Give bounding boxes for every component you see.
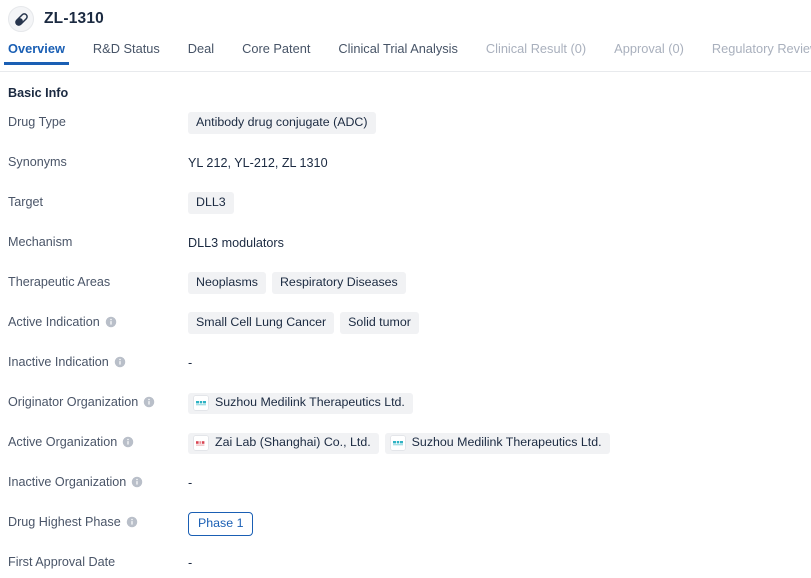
table-row: Therapeutic Areas Neoplasms Respiratory …	[8, 272, 811, 312]
row-label-text: Inactive Indication	[8, 355, 109, 369]
table-row: Inactive Indication -	[8, 352, 811, 392]
row-label-text: Active Organization	[8, 435, 118, 449]
row-label-mechanism: Mechanism	[8, 232, 188, 249]
info-icon[interactable]	[131, 476, 143, 488]
tab-regulatory-review[interactable]: Regulatory Review (0)	[712, 38, 811, 65]
synonyms-text: YL 212, YL-212, ZL 1310	[188, 156, 328, 170]
row-label-drug-highest-phase: Drug Highest Phase	[8, 512, 188, 529]
row-value-therapeutic-areas: Neoplasms Respiratory Diseases	[188, 272, 811, 294]
zailab-logo-icon	[193, 434, 209, 451]
row-label-synonyms: Synonyms	[8, 152, 188, 169]
row-label-active-organization: Active Organization	[8, 432, 188, 449]
chip-therapeutic-area[interactable]: Respiratory Diseases	[271, 272, 406, 294]
row-value-inactive-organization: -	[188, 472, 811, 494]
tab-deal[interactable]: Deal	[188, 38, 214, 65]
chip-drug-type[interactable]: Antibody drug conjugate (ADC)	[188, 112, 376, 134]
chip-active-indication[interactable]: Small Cell Lung Cancer	[188, 312, 335, 334]
chip-organization[interactable]: Suzhou Medilink Therapeutics Ltd.	[384, 432, 610, 454]
row-label-originator-organization: Originator Organization	[8, 392, 188, 409]
row-label-therapeutic-areas: Therapeutic Areas	[8, 272, 188, 289]
mechanism-text: DLL3 modulators	[188, 236, 284, 250]
table-row: Target DLL3	[8, 192, 811, 232]
table-row: Active Indication Small Cell Lung Cancer…	[8, 312, 811, 352]
table-row: Active Organization Zai Lab (Shanghai) C…	[8, 432, 811, 472]
row-label-target: Target	[8, 192, 188, 209]
organization-name: Suzhou Medilink Therapeutics Ltd.	[411, 435, 602, 449]
table-row: Mechanism DLL3 modulators	[8, 232, 811, 272]
row-label-text: Therapeutic Areas	[8, 275, 111, 289]
page-title: ZL-1310	[44, 10, 104, 27]
row-value-first-approval-date: -	[188, 552, 811, 574]
medilink-logo-icon	[389, 434, 406, 451]
row-value-drug-highest-phase: Phase 1	[188, 512, 811, 536]
row-label-first-approval-date: First Approval Date	[8, 552, 188, 569]
row-value-inactive-indication: -	[188, 352, 811, 374]
table-row: Drug Highest Phase Phase 1	[8, 512, 811, 552]
row-label-text: Active Indication	[8, 315, 100, 329]
chip-active-indication[interactable]: Solid tumor	[340, 312, 419, 334]
tab-clinical-trial-analysis[interactable]: Clinical Trial Analysis	[338, 38, 457, 65]
organization-name: Suzhou Medilink Therapeutics Ltd.	[215, 395, 405, 409]
overview-panel: Basic Info Drug Type Antibody drug conju…	[0, 72, 811, 578]
row-value-target: DLL3	[188, 192, 811, 214]
row-value-mechanism: DLL3 modulators	[188, 232, 811, 254]
row-value-active-indication: Small Cell Lung Cancer Solid tumor	[188, 312, 811, 334]
row-value-drug-type: Antibody drug conjugate (ADC)	[188, 112, 811, 134]
status-badge[interactable]: Phase 1	[188, 512, 254, 536]
organization-name: Zai Lab (Shanghai) Co., Ltd.	[215, 435, 371, 449]
row-value-originator-organization: Suzhou Medilink Therapeutics Ltd.	[188, 392, 811, 414]
row-label-text: First Approval Date	[8, 555, 116, 569]
info-icon[interactable]	[126, 516, 138, 528]
row-label-text: Drug Type	[8, 115, 66, 129]
pill-capsule-icon	[8, 6, 34, 32]
empty-value: -	[188, 356, 193, 370]
row-label-text: Drug Highest Phase	[8, 515, 121, 529]
empty-value: -	[188, 556, 193, 570]
row-label-inactive-organization: Inactive Organization	[8, 472, 188, 489]
row-label-drug-type: Drug Type	[8, 112, 188, 129]
row-label-text: Inactive Organization	[8, 475, 127, 489]
info-icon[interactable]	[143, 396, 155, 408]
row-label-active-indication: Active Indication	[8, 312, 188, 329]
medilink-logo-icon	[193, 394, 209, 411]
chip-organization[interactable]: Zai Lab (Shanghai) Co., Ltd.	[188, 432, 379, 454]
row-label-text: Target	[8, 195, 44, 209]
table-row: Inactive Organization -	[8, 472, 811, 512]
row-label-inactive-indication: Inactive Indication	[8, 352, 188, 369]
empty-value: -	[188, 476, 193, 490]
tab-clinical-result[interactable]: Clinical Result (0)	[486, 38, 586, 65]
table-row: Originator Organization Suzhou Medilink …	[8, 392, 811, 432]
tab-bar: Overview R&D Status Deal Core Patent Cli…	[0, 38, 811, 72]
table-row: Drug Type Antibody drug conjugate (ADC)	[8, 112, 811, 152]
tab-overview[interactable]: Overview	[4, 38, 69, 65]
info-icon[interactable]	[114, 356, 126, 368]
tab-approval[interactable]: Approval (0)	[614, 38, 684, 65]
chip-organization[interactable]: Suzhou Medilink Therapeutics Ltd.	[188, 392, 413, 414]
row-value-active-organization: Zai Lab (Shanghai) Co., Ltd. Suzhou Medi…	[188, 432, 811, 454]
info-icon[interactable]	[105, 316, 117, 328]
info-icon[interactable]	[122, 436, 134, 448]
row-label-text: Mechanism	[8, 235, 73, 249]
tab-core-patent[interactable]: Core Patent	[242, 38, 310, 65]
row-value-synonyms: YL 212, YL-212, ZL 1310	[188, 152, 811, 174]
chip-target[interactable]: DLL3	[188, 192, 234, 214]
row-label-text: Synonyms	[8, 155, 67, 169]
row-label-text: Originator Organization	[8, 395, 139, 409]
chip-therapeutic-area[interactable]: Neoplasms	[188, 272, 266, 294]
table-row: Synonyms YL 212, YL-212, ZL 1310	[8, 152, 811, 192]
page-header: ZL-1310	[0, 0, 811, 38]
section-title-basic-info: Basic Info	[8, 86, 69, 100]
table-row: First Approval Date -	[8, 552, 811, 578]
tab-rd-status[interactable]: R&D Status	[93, 38, 160, 65]
